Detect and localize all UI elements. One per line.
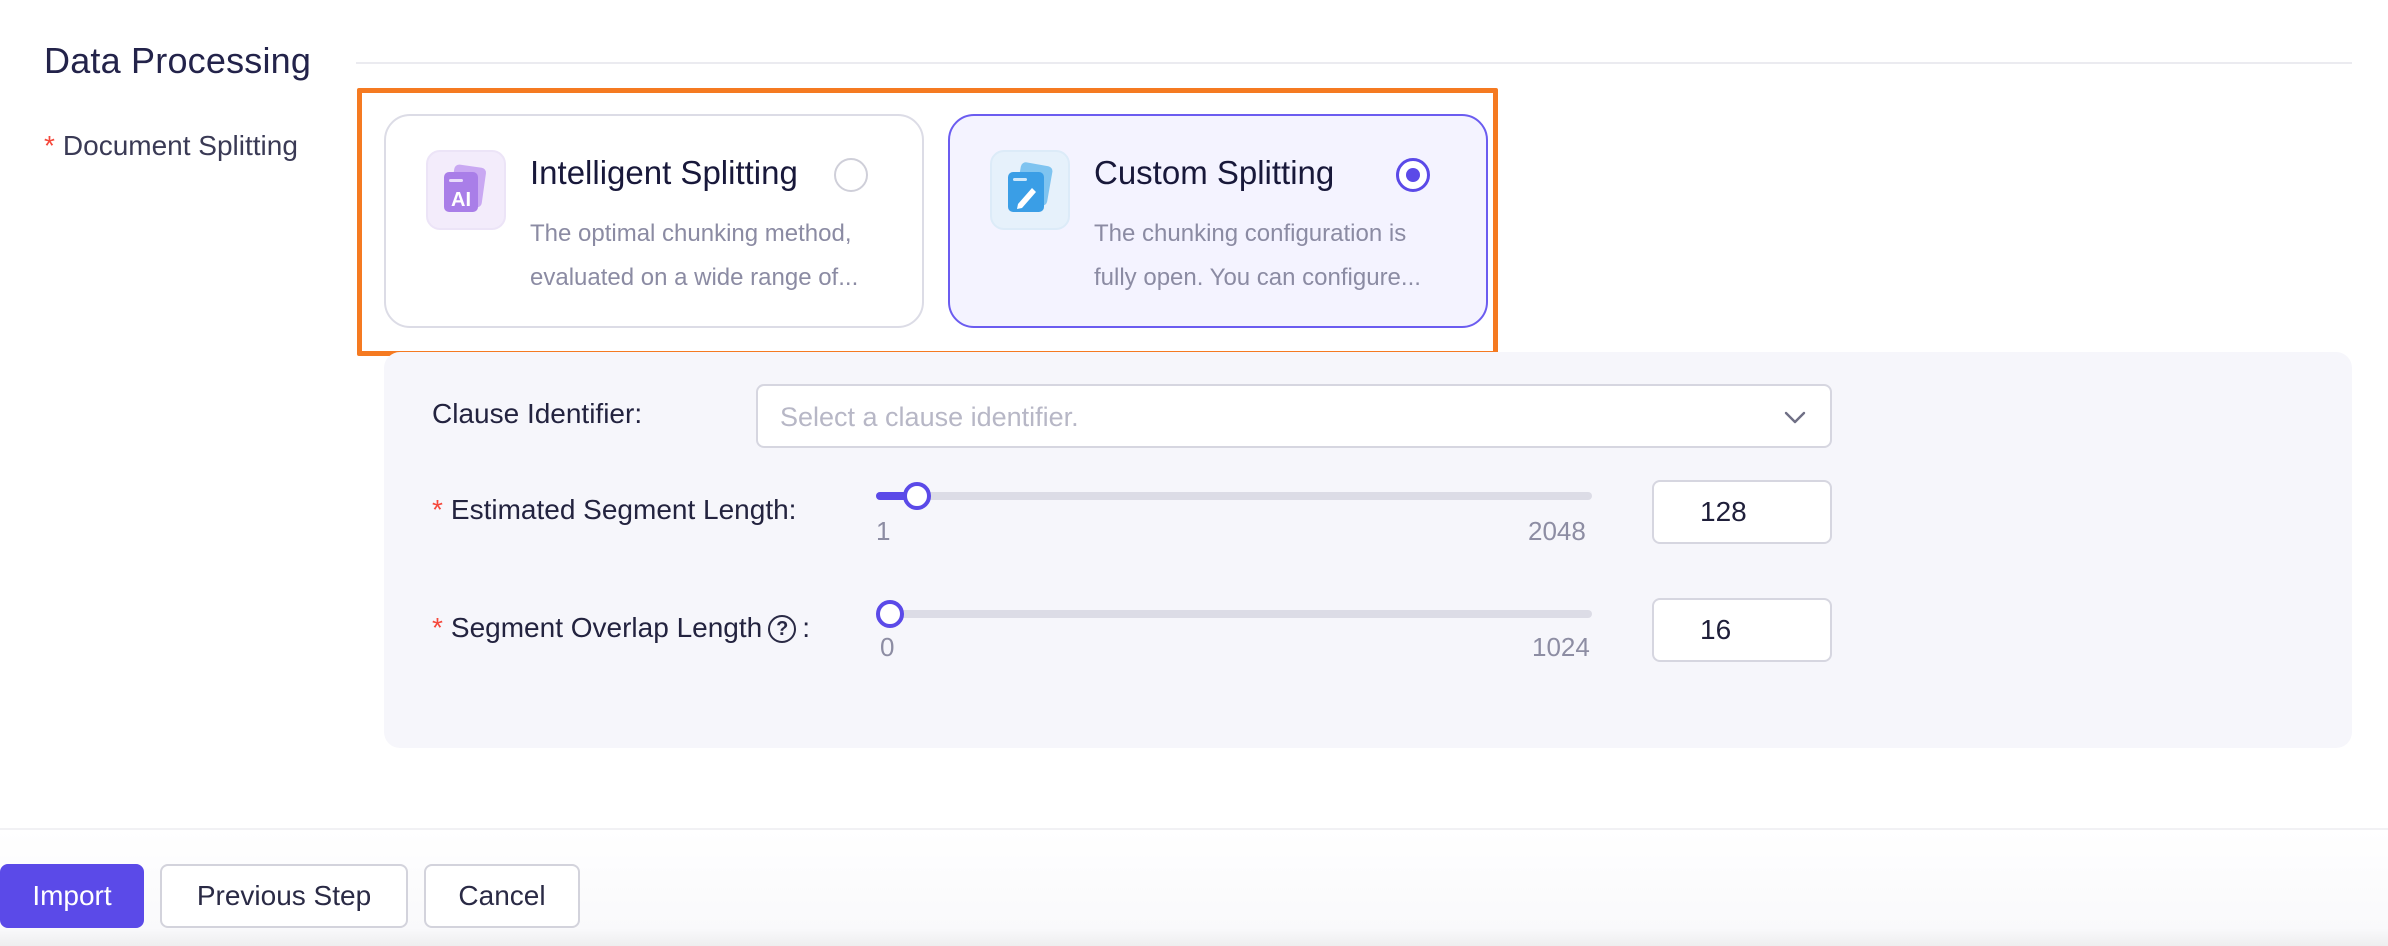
overlap-length-slider[interactable] xyxy=(876,600,1592,628)
required-mark: * xyxy=(432,612,443,643)
required-mark: * xyxy=(432,494,443,525)
segment-length-slider[interactable] xyxy=(876,482,1592,510)
overlap-length-colon: : xyxy=(802,612,810,643)
custom-config-panel: Clause Identifier: Select a clause ident… xyxy=(384,352,2352,748)
cancel-button[interactable]: Cancel xyxy=(424,864,580,928)
section-title: Data Processing xyxy=(44,40,312,81)
overlap-length-max: 1024 xyxy=(1532,632,1590,662)
segment-length-max: 2048 xyxy=(1528,516,1586,546)
highlight-box xyxy=(357,88,1498,356)
page: Data Processing * Document Splitting AI I… xyxy=(0,0,2388,946)
section-divider xyxy=(356,62,2352,64)
overlap-length-min: 0 xyxy=(880,632,895,662)
previous-step-button[interactable]: Previous Step xyxy=(160,864,408,928)
help-icon[interactable]: ? xyxy=(768,615,797,643)
segment-length-label-text: Estimated Segment Length: xyxy=(450,494,797,525)
chevron-down-icon xyxy=(1784,411,1806,424)
overlap-length-label-text: Segment Overlap Length xyxy=(450,612,763,643)
document-splitting-label-text: Document Splitting xyxy=(62,130,298,161)
overlap-length-label: * Segment Overlap Length?: xyxy=(432,612,810,644)
segment-length-input[interactable]: 128 xyxy=(1652,480,1832,544)
clause-identifier-label: Clause Identifier: xyxy=(432,398,643,429)
overlap-length-input[interactable]: 16 xyxy=(1652,598,1832,662)
clause-identifier-placeholder: Select a clause identifier. xyxy=(780,402,1079,432)
document-splitting-label: * Document Splitting xyxy=(44,130,298,162)
overlap-length-slider-handle[interactable] xyxy=(876,600,904,628)
required-mark: * xyxy=(44,130,55,161)
clause-identifier-select[interactable]: Select a clause identifier. xyxy=(756,384,1832,448)
segment-length-slider-handle[interactable] xyxy=(903,482,931,510)
segment-length-label: * Estimated Segment Length: xyxy=(432,494,796,526)
import-button[interactable]: Import xyxy=(0,864,144,928)
segment-length-min: 1 xyxy=(876,516,891,546)
